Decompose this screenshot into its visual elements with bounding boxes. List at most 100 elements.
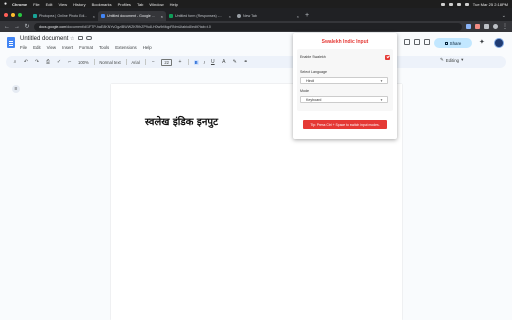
comments-icon[interactable] (414, 39, 420, 45)
search-menus-icon[interactable]: ⌕ (12, 59, 18, 65)
docs-menu-format[interactable]: Format (79, 45, 93, 50)
menubar-status-area: Tue Mar 25 2:18PM (440, 2, 508, 7)
menubar-item-history[interactable]: History (73, 2, 85, 7)
share-label: Share (449, 40, 462, 46)
underline-icon[interactable]: U (210, 59, 216, 65)
google-docs-logo-icon[interactable] (7, 37, 15, 48)
browser-tab-strip: Photopea | Online Photo Edi... × Untitle… (0, 8, 512, 21)
text-color-icon[interactable]: A (221, 59, 227, 65)
apple-menu-icon[interactable]: ● (4, 1, 7, 7)
close-tab-icon[interactable]: × (161, 14, 163, 19)
highlight-icon[interactable]: ✎ (232, 59, 238, 65)
menubar-item-tab[interactable]: Tab (137, 2, 143, 7)
browser-tab-new-tab[interactable]: New Tab × (234, 11, 302, 21)
close-tab-icon[interactable]: × (297, 14, 299, 19)
control-center-icon[interactable] (464, 2, 469, 6)
decrease-font-size-icon[interactable]: − (150, 59, 156, 65)
address-bar[interactable]: docs.google.com/document/d/1FTP-haE8KNYv… (34, 22, 462, 31)
language-label: Select Language (300, 70, 327, 74)
forward-arrow-icon[interactable]: → (14, 24, 20, 30)
star-icon[interactable]: ☆ (70, 36, 74, 42)
chevron-down-icon: ▾ (461, 57, 464, 62)
docs-menu-help[interactable]: Help (143, 45, 152, 50)
close-tab-icon[interactable]: × (229, 14, 231, 19)
avatar[interactable] (494, 38, 504, 48)
meet-video-icon[interactable] (424, 39, 430, 45)
tab-search-chevron-icon[interactable]: ⌄ (502, 11, 506, 21)
more-menu-icon[interactable]: ⋮ (502, 23, 508, 30)
docs-menu-tools[interactable]: Tools (99, 45, 109, 50)
photopea-favicon-icon (33, 14, 37, 18)
docs-menu-insert[interactable]: Insert (62, 45, 73, 50)
cloud-status-icon[interactable] (86, 36, 92, 40)
menubar-app-name[interactable]: Chrome (12, 2, 27, 7)
new-tab-plus-icon[interactable]: + (305, 11, 309, 21)
close-window-icon[interactable] (4, 12, 8, 17)
docs-menu-extensions[interactable]: Extensions (115, 45, 136, 50)
tab-title: Untitled form (Responses) -... (175, 14, 222, 18)
menubar-item-edit[interactable]: Edit (46, 2, 53, 7)
editing-mode-select[interactable]: ✎ Editing ▾ (440, 57, 463, 63)
document-body-text[interactable]: स्वलेख इंडिक इनपुट (145, 114, 218, 128)
toolbar-divider (125, 59, 127, 65)
browser-tab-photopea[interactable]: Photopea | Online Photo Edi... × (30, 11, 98, 21)
minimize-window-icon[interactable] (11, 12, 15, 17)
menubar-item-bookmarks[interactable]: Bookmarks (92, 2, 112, 7)
history-icon[interactable] (404, 39, 410, 45)
lock-icon (444, 41, 448, 45)
paragraph-style-select[interactable]: Normal text (99, 60, 120, 65)
chevron-down-icon: ▼ (380, 97, 383, 102)
back-arrow-icon[interactable]: ← (4, 24, 10, 30)
reload-icon[interactable]: ↻ (24, 23, 30, 30)
wifi-icon[interactable] (440, 2, 445, 6)
paint-format-icon[interactable]: ⌐ (67, 59, 73, 65)
font-size-input[interactable]: 22 (161, 58, 172, 66)
swalekh-extension-icon[interactable] (475, 24, 480, 29)
menubar-item-profiles[interactable]: Profiles (118, 2, 131, 7)
menubar-clock[interactable]: Tue Mar 25 2:18PM (473, 2, 508, 7)
increase-font-size-icon[interactable]: + (177, 59, 183, 65)
browser-tab-google-docs[interactable]: Untitled document - Google ... × (98, 11, 166, 21)
pencil-icon: ✎ (440, 57, 444, 62)
google-forms-favicon-icon (169, 14, 173, 18)
enable-row: Enable Swalekh (300, 54, 390, 60)
settings-panel: Enable Swalekh Select Language Hindi ▼ M… (297, 49, 393, 111)
undo-icon[interactable]: ↶ (23, 59, 29, 65)
move-folder-icon[interactable] (78, 36, 83, 40)
gemini-sparkle-icon[interactable]: ✦ (479, 38, 485, 48)
docs-menu-edit[interactable]: Edit (33, 45, 41, 50)
swalekh-extension-popup: Swalekh Indic Input Enable Swalekh Selec… (293, 33, 397, 139)
italic-button[interactable]: I (204, 60, 205, 65)
menubar-item-view[interactable]: View (59, 2, 68, 7)
redo-icon[interactable]: ↷ (34, 59, 40, 65)
profile-icon[interactable] (493, 24, 498, 29)
menubar-item-window[interactable]: Window (149, 2, 163, 7)
font-select[interactable]: Arial (131, 60, 139, 65)
mode-select[interactable]: Keyboard ▼ (300, 96, 388, 103)
extensions-puzzle-icon[interactable] (484, 24, 489, 29)
spellcheck-icon[interactable]: ✓ (56, 59, 62, 65)
search-icon[interactable] (456, 2, 461, 6)
menubar-item-file[interactable]: File (33, 2, 39, 7)
extension-icon[interactable] (466, 24, 471, 29)
menubar-item-help[interactable]: Help (170, 2, 178, 7)
bold-button[interactable]: B (193, 59, 199, 65)
toolbar-divider (93, 59, 95, 65)
print-icon[interactable]: ⎙ (45, 59, 51, 65)
browser-tab-google-forms[interactable]: Untitled form (Responses) -... × (166, 11, 234, 21)
document-outline-icon[interactable]: ≡ (12, 85, 20, 93)
editing-label: Editing (445, 57, 460, 63)
zoom-window-icon[interactable] (18, 12, 22, 17)
zoom-select[interactable]: 100% (78, 60, 89, 65)
tip-banner: Tip: Press Ctrl + Space to switch input … (303, 120, 387, 129)
browser-toolbar: ← → ↻ docs.google.com/document/d/1FTP-ha… (0, 21, 512, 32)
language-select[interactable]: Hindi ▼ (300, 77, 388, 84)
docs-menu-file[interactable]: File (20, 45, 27, 50)
close-tab-icon[interactable]: × (93, 14, 95, 19)
insert-link-icon[interactable]: ⚭ (243, 59, 249, 65)
share-button[interactable]: Share (434, 38, 472, 48)
docs-menu-view[interactable]: View (47, 45, 56, 50)
battery-icon[interactable] (448, 2, 453, 6)
enable-checkbox[interactable] (385, 54, 390, 60)
document-title[interactable]: Untitled document (20, 36, 68, 42)
